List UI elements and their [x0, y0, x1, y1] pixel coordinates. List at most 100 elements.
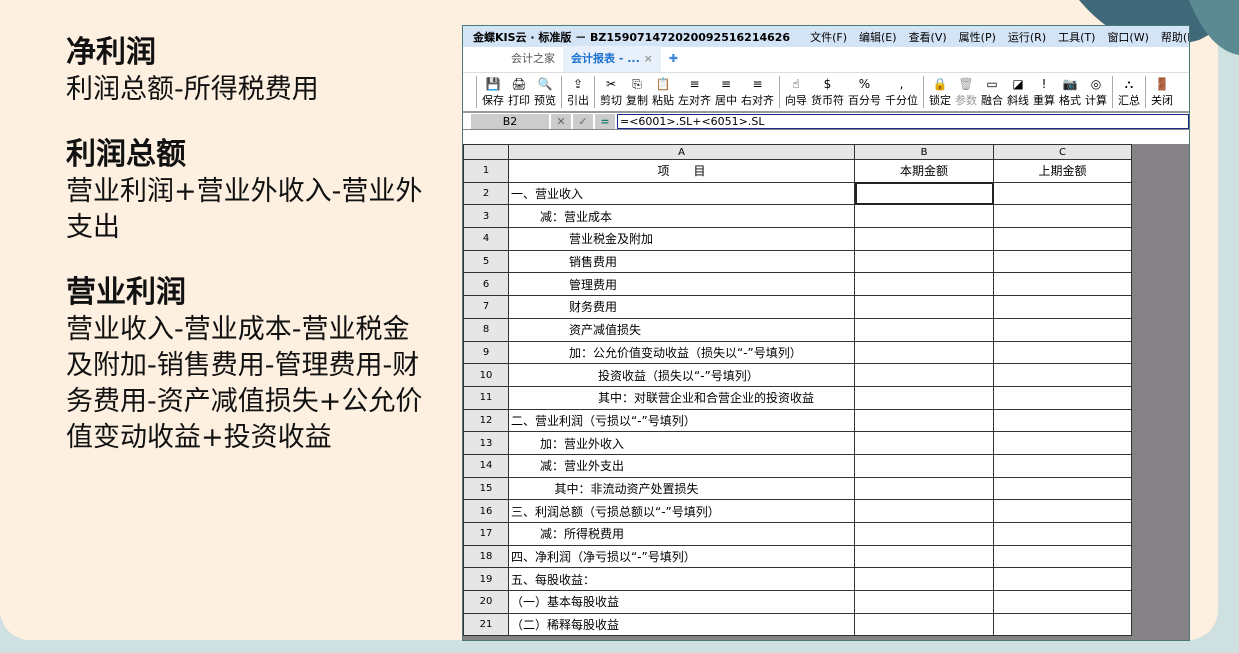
cell-current[interactable] — [854, 272, 994, 297]
cell-item[interactable]: 销售费用 — [508, 249, 855, 274]
toolbar-button[interactable]: % 百分号 — [846, 73, 883, 111]
toolbar-button[interactable]: 🚪 关闭 — [1149, 73, 1175, 111]
row-header[interactable]: 11 — [463, 385, 509, 410]
row-header[interactable]: 15 — [463, 476, 509, 501]
cell-previous[interactable] — [993, 567, 1132, 592]
menu-item[interactable]: 文件(F) — [810, 31, 847, 44]
row-header[interactable]: 6 — [463, 272, 509, 297]
cell-previous[interactable] — [993, 522, 1132, 546]
column-header-b[interactable]: B — [854, 144, 994, 160]
tab-accounting-home[interactable]: 会计之家 — [503, 46, 563, 72]
cell-item[interactable]: （二）稀释每股收益 — [508, 612, 855, 637]
cell-item[interactable]: 减：营业成本 — [508, 204, 855, 229]
toolbar-button[interactable]: ◎ 计算 — [1083, 73, 1109, 111]
cell-previous[interactable] — [993, 590, 1132, 614]
row-header[interactable]: 8 — [463, 317, 509, 342]
toolbar-button[interactable]: , 千分位 — [883, 73, 920, 111]
toolbar-button[interactable]: 📋 粘贴 — [650, 73, 676, 111]
menu-item[interactable]: 工具(T) — [1058, 31, 1095, 44]
row-header[interactable]: 17 — [463, 522, 509, 546]
close-icon[interactable]: × — [644, 52, 653, 65]
cell-reference[interactable]: B2 — [471, 113, 549, 129]
cell-current[interactable] — [854, 590, 994, 614]
toolbar-button[interactable]: 💾 保存 — [480, 73, 506, 111]
row-header[interactable]: 19 — [463, 567, 509, 592]
cell-current[interactable] — [854, 227, 994, 251]
row-header[interactable]: 20 — [463, 590, 509, 614]
cell-item[interactable]: 其中：非流动资产处置损失 — [508, 476, 855, 501]
toolbar-button[interactable]: ▭ 融合 — [979, 73, 1005, 111]
cell-item[interactable]: 营业税金及附加 — [508, 227, 855, 251]
row-header[interactable]: 5 — [463, 249, 509, 274]
cell-previous[interactable] — [993, 544, 1132, 569]
toolbar-button[interactable]: ≡ 左对齐 — [676, 73, 713, 111]
cell-previous[interactable] — [993, 431, 1132, 455]
toolbar-button[interactable]: 🔍 预览 — [532, 73, 558, 111]
cell-current[interactable] — [854, 544, 994, 569]
row-header[interactable]: 16 — [463, 499, 509, 523]
row-header[interactable]: 3 — [463, 204, 509, 229]
row-header[interactable]: 4 — [463, 227, 509, 251]
cell-previous[interactable] — [993, 227, 1132, 251]
cell-previous[interactable] — [993, 363, 1132, 387]
menu-item[interactable]: 查看(V) — [909, 31, 947, 44]
corner-cell[interactable] — [463, 144, 509, 160]
cell-current[interactable] — [854, 249, 994, 274]
column-header-c[interactable]: C — [993, 144, 1132, 160]
cell-previous[interactable] — [993, 385, 1132, 410]
cell-item[interactable]: 项 目 — [508, 159, 855, 183]
cell-current[interactable]: 本期金额 — [854, 159, 994, 183]
cell-current[interactable] — [854, 567, 994, 592]
cell-current[interactable] — [854, 499, 994, 523]
cell-item[interactable]: 投资收益（损失以“-”号填列） — [508, 363, 855, 387]
cell-previous[interactable] — [993, 476, 1132, 501]
cell-previous[interactable] — [993, 272, 1132, 297]
cancel-icon[interactable]: ✕ — [551, 113, 571, 129]
row-header[interactable]: 9 — [463, 340, 509, 365]
cell-current[interactable] — [854, 522, 994, 546]
cell-current[interactable] — [854, 363, 994, 387]
menu-item[interactable]: 帮助(H) — [1161, 31, 1189, 44]
cell-current[interactable] — [854, 476, 994, 501]
cell-current[interactable] — [854, 181, 994, 206]
cell-item[interactable]: 五、每股收益： — [508, 567, 855, 592]
row-header[interactable]: 13 — [463, 431, 509, 455]
cell-item[interactable]: 三、利润总额（亏损总额以“-”号填列） — [508, 499, 855, 523]
toolbar-button[interactable]: ⛬ 汇总 — [1116, 73, 1142, 111]
tab-accounting-report[interactable]: 会计报表 - ... × — [563, 46, 661, 72]
cell-current[interactable] — [854, 385, 994, 410]
cell-item[interactable]: 加：公允价值变动收益（损失以“-”号填列） — [508, 340, 855, 365]
cell-item[interactable]: 财务费用 — [508, 295, 855, 319]
toolbar-button[interactable]: ≡ 右对齐 — [739, 73, 776, 111]
cell-previous[interactable]: 上期金额 — [993, 159, 1132, 183]
cell-previous[interactable] — [993, 317, 1132, 342]
cell-previous[interactable] — [993, 499, 1132, 523]
menu-item[interactable]: 编辑(E) — [859, 31, 897, 44]
toolbar-button[interactable]: 📷 格式 — [1057, 73, 1083, 111]
cell-current[interactable] — [854, 340, 994, 365]
formula-input[interactable]: =<6001>.SL+<6051>.SL — [617, 113, 1189, 129]
cell-current[interactable] — [854, 408, 994, 433]
cell-previous[interactable] — [993, 181, 1132, 206]
cell-previous[interactable] — [993, 249, 1132, 274]
cell-current[interactable] — [854, 317, 994, 342]
cell-previous[interactable] — [993, 204, 1132, 229]
confirm-icon[interactable]: ✓ — [573, 113, 593, 129]
cell-previous[interactable] — [993, 295, 1132, 319]
row-header[interactable]: 1 — [463, 159, 509, 183]
toolbar-button[interactable]: ! 重算 — [1031, 73, 1057, 111]
cell-previous[interactable] — [993, 408, 1132, 433]
cell-item[interactable]: （一）基本每股收益 — [508, 590, 855, 614]
toolbar-button[interactable]: ☝ 向导 — [783, 73, 809, 111]
equals-icon[interactable]: = — [595, 113, 615, 129]
row-header[interactable]: 14 — [463, 453, 509, 478]
cell-item[interactable]: 四、净利润（净亏损以“-”号填列） — [508, 544, 855, 569]
cell-item[interactable]: 其中：对联营企业和合营企业的投资收益 — [508, 385, 855, 410]
cell-current[interactable] — [854, 453, 994, 478]
menu-item[interactable]: 运行(R) — [1008, 31, 1046, 44]
row-header[interactable]: 12 — [463, 408, 509, 433]
toolbar-button[interactable]: 🖨 打印 — [506, 73, 532, 111]
toolbar-button[interactable]: 🔒 锁定 — [927, 73, 953, 111]
cell-item[interactable]: 一、营业收入 — [508, 181, 855, 206]
cell-item[interactable]: 资产减值损失 — [508, 317, 855, 342]
